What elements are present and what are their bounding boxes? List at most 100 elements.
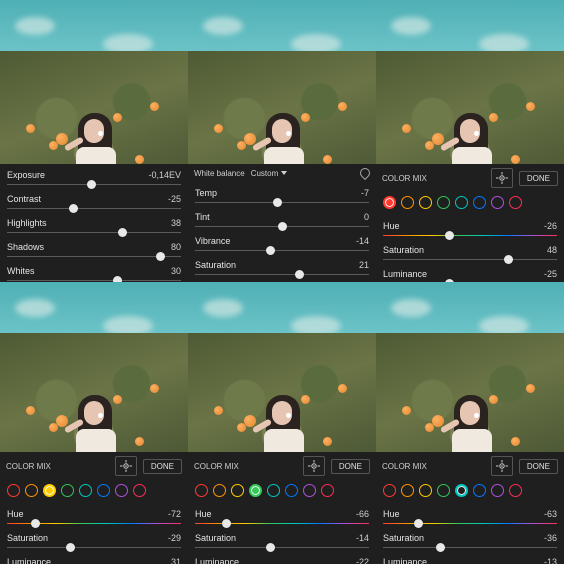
color-swatch[interactable] [455, 484, 468, 497]
target-adjust-button[interactable] [491, 456, 513, 476]
white-balance-dropdown[interactable]: Custom [251, 169, 288, 178]
slider-label: Saturation [7, 533, 48, 543]
color-swatch[interactable] [491, 484, 504, 497]
slider-knob[interactable] [31, 519, 40, 528]
color-swatch[interactable] [249, 484, 262, 497]
slider-track[interactable] [383, 258, 557, 261]
done-button[interactable]: DONE [331, 459, 370, 474]
target-adjust-button[interactable] [115, 456, 137, 476]
color-swatch[interactable] [473, 196, 486, 209]
color-swatch[interactable] [473, 484, 486, 497]
slider-value: -13 [544, 557, 557, 564]
slider-value: 0 [364, 212, 369, 222]
slider-track[interactable] [195, 249, 369, 252]
slider-track[interactable] [195, 522, 369, 525]
white-balance-mode: Custom [251, 169, 279, 178]
color-swatch[interactable] [133, 484, 146, 497]
slider-label: Hue [7, 509, 24, 519]
color-swatch[interactable] [437, 484, 450, 497]
slider-track[interactable] [383, 522, 557, 525]
color-swatch[interactable] [419, 196, 432, 209]
color-swatch[interactable] [7, 484, 20, 497]
controls-drawer: COLOR MIXDONEHue-72Saturation-29Luminanc… [0, 452, 188, 564]
slider-label: Hue [383, 509, 400, 519]
color-swatch[interactable] [509, 196, 522, 209]
color-swatch-row [376, 480, 564, 503]
color-swatch[interactable] [401, 484, 414, 497]
slider-knob[interactable] [266, 246, 275, 255]
color-swatch[interactable] [43, 484, 56, 497]
slider-knob[interactable] [278, 222, 287, 231]
slider-label: Saturation [383, 533, 424, 543]
slider-track[interactable] [7, 231, 181, 234]
slider-track[interactable] [7, 183, 181, 186]
target-adjust-button[interactable] [491, 168, 513, 188]
color-swatch-row [0, 480, 188, 503]
color-swatch[interactable] [383, 196, 396, 209]
slider-label: Luminance [195, 557, 239, 564]
color-swatch[interactable] [383, 484, 396, 497]
color-swatch[interactable] [231, 484, 244, 497]
color-mix-title: COLOR MIX [382, 174, 427, 183]
edit-panel: COLOR MIXDONEHue-72Saturation-29Luminanc… [0, 282, 188, 564]
color-swatch[interactable] [61, 484, 74, 497]
color-mix-title: COLOR MIX [194, 462, 239, 471]
slider-track[interactable] [383, 234, 557, 237]
slider-label: Saturation [195, 533, 236, 543]
color-swatch[interactable] [97, 484, 110, 497]
slider-track[interactable] [195, 546, 369, 549]
color-swatch[interactable] [455, 196, 468, 209]
color-swatch[interactable] [437, 196, 450, 209]
color-swatch[interactable] [267, 484, 280, 497]
color-mix-title: COLOR MIX [382, 462, 427, 471]
slider-knob[interactable] [118, 228, 127, 237]
color-swatch[interactable] [213, 484, 226, 497]
slider-label: Exposure [7, 170, 45, 180]
target-adjust-button[interactable] [303, 456, 325, 476]
slider-value: 48 [547, 245, 557, 255]
slider-track[interactable] [7, 207, 181, 210]
slider-label: Luminance [383, 269, 427, 279]
color-swatch[interactable] [25, 484, 38, 497]
color-swatch[interactable] [321, 484, 334, 497]
color-swatch[interactable] [79, 484, 92, 497]
slider-knob[interactable] [266, 543, 275, 552]
slider-label: Contrast [7, 194, 41, 204]
slider-knob[interactable] [66, 543, 75, 552]
slider-value: 80 [171, 242, 181, 252]
slider-value: -25 [544, 269, 557, 279]
color-swatch[interactable] [509, 484, 522, 497]
slider-knob[interactable] [87, 180, 96, 189]
slider-track[interactable] [195, 225, 369, 228]
eyedropper-icon[interactable] [360, 168, 370, 178]
color-swatch[interactable] [401, 196, 414, 209]
slider-track[interactable] [7, 255, 181, 258]
slider-knob[interactable] [414, 519, 423, 528]
controls-drawer: COLOR MIXDONEHue-66Saturation-14Luminanc… [188, 452, 376, 564]
slider-track[interactable] [195, 201, 369, 204]
slider-value: -0,14EV [148, 170, 181, 180]
slider-knob[interactable] [295, 270, 304, 279]
color-swatch[interactable] [491, 196, 504, 209]
done-button[interactable]: DONE [519, 459, 558, 474]
done-button[interactable]: DONE [519, 171, 558, 186]
white-balance-label: White balance [194, 169, 245, 178]
slider-track[interactable] [195, 273, 369, 276]
done-button[interactable]: DONE [143, 459, 182, 474]
slider-track[interactable] [383, 546, 557, 549]
color-swatch[interactable] [195, 484, 208, 497]
slider-value: 38 [171, 218, 181, 228]
color-swatch[interactable] [419, 484, 432, 497]
color-swatch[interactable] [115, 484, 128, 497]
edit-panel: COLOR MIXDONEHue-66Saturation-14Luminanc… [188, 282, 376, 564]
slider-value: -36 [544, 533, 557, 543]
slider-label: Highlights [7, 218, 47, 228]
slider-knob[interactable] [273, 198, 282, 207]
color-swatch[interactable] [285, 484, 298, 497]
slider-label: Luminance [7, 557, 51, 564]
slider-track[interactable] [7, 522, 181, 525]
slider-track[interactable] [7, 546, 181, 549]
slider-label: Hue [195, 509, 212, 519]
color-swatch[interactable] [303, 484, 316, 497]
slider-value: 31 [171, 557, 181, 564]
